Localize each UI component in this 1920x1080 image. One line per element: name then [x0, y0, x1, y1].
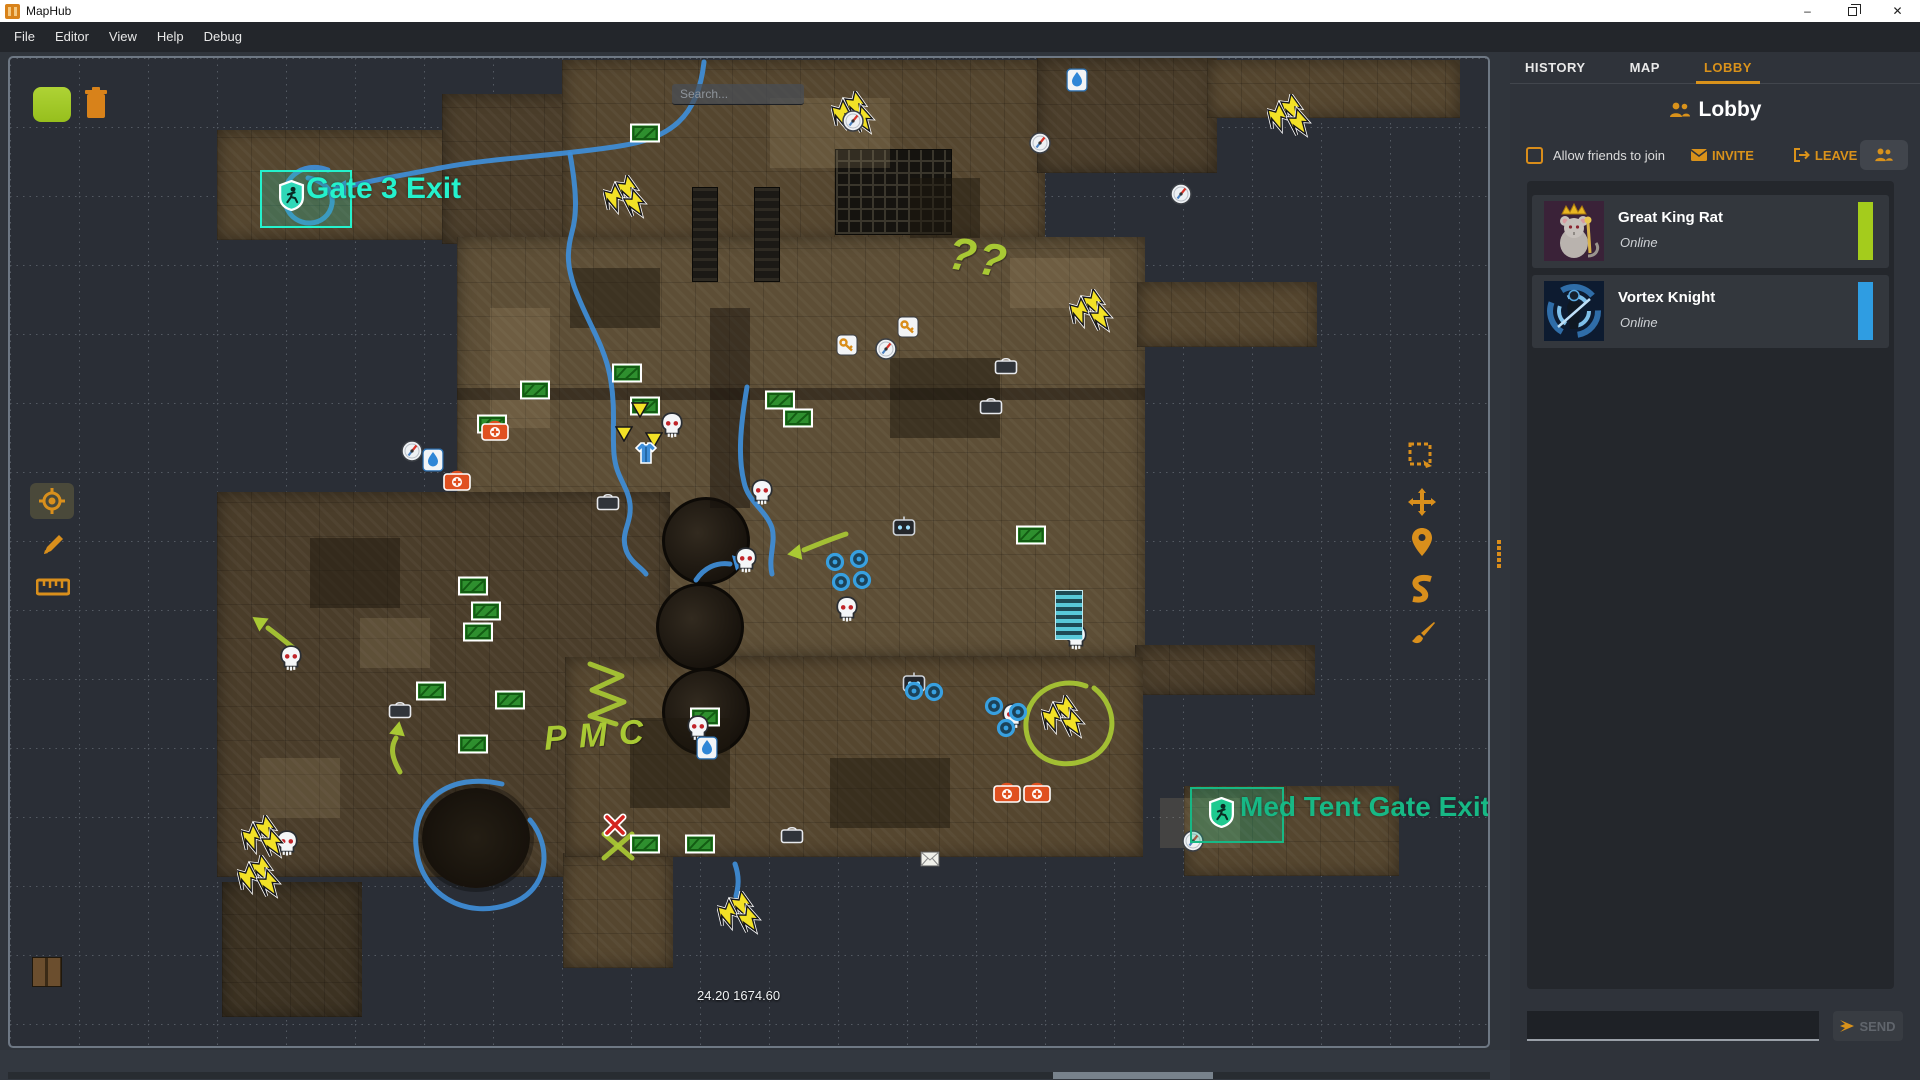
menu-item-file[interactable]: File [4, 22, 45, 52]
close-button[interactable]: ✕ [1875, 0, 1920, 22]
user-color-bar [1858, 282, 1873, 340]
tab-map[interactable]: MAP [1630, 52, 1660, 84]
map-toolbars: 24.20 1674.60 [10, 58, 1488, 1046]
move-tool-button[interactable] [1400, 484, 1444, 520]
user-color-bar [1858, 202, 1873, 260]
pencil-tool-button[interactable] [32, 526, 76, 562]
menu-item-help[interactable]: Help [147, 22, 194, 52]
lobby-user-card[interactable]: Vortex Knight Online [1532, 275, 1889, 348]
side-panel: HISTORY MAP LOBBY Lobby Allow friends to j… [1510, 52, 1920, 1080]
side-panel-tabs: HISTORY MAP LOBBY [1510, 52, 1920, 84]
restore-icon [1848, 7, 1857, 16]
menu-item-editor[interactable]: Editor [45, 22, 99, 52]
lobby-header: Lobby [1510, 96, 1920, 124]
tab-history[interactable]: HISTORY [1525, 52, 1586, 84]
lobby-user-card[interactable]: Great King Rat Online [1532, 195, 1889, 268]
search-input[interactable] [672, 84, 804, 105]
lobby-user-list: Great King Rat Online Vortex Knight Online [1527, 181, 1894, 989]
trash-button[interactable] [83, 86, 109, 120]
menu-item-view[interactable]: View [99, 22, 147, 52]
restore-button[interactable] [1830, 0, 1875, 22]
avatar [1544, 281, 1604, 341]
menu-item-debug[interactable]: Debug [194, 22, 252, 52]
minimize-button[interactable]: – [1785, 0, 1830, 22]
ruler-tool-button[interactable] [31, 569, 75, 605]
chat-input[interactable] [1527, 1011, 1819, 1041]
invite-button[interactable]: INVITE [1691, 148, 1754, 163]
locate-tool-button[interactable] [30, 483, 74, 519]
send-arrow-icon [1840, 1020, 1854, 1032]
user-status: Online [1620, 235, 1658, 250]
horizontal-scrollbar [8, 1072, 1490, 1079]
cursor-coordinates: 24.20 1674.60 [697, 988, 780, 1003]
pin-tool-button[interactable] [1400, 524, 1444, 560]
lobby-members-button[interactable] [1860, 140, 1908, 170]
window-title: MapHub [26, 4, 71, 18]
marquee-tool-button[interactable] [1400, 438, 1444, 474]
people-icon [1669, 102, 1691, 118]
brush-tool-button[interactable] [1400, 616, 1444, 652]
title-bar: MapHub – ✕ [0, 0, 1920, 22]
spline-tool-button[interactable] [1400, 571, 1444, 607]
leave-icon [1794, 148, 1810, 162]
map-viewport[interactable]: Gate 3 ExitMed Tent Gate ExitPMC?? 24.20… [8, 56, 1490, 1048]
user-name: Vortex Knight [1618, 289, 1715, 306]
envelope-icon [1691, 149, 1707, 161]
lobby-title: Lobby [1699, 98, 1762, 122]
allow-friends-checkbox[interactable] [1526, 147, 1543, 164]
user-name: Great King Rat [1618, 209, 1723, 226]
allow-friends-label: Allow friends to join [1553, 148, 1665, 163]
send-button[interactable]: SEND [1833, 1011, 1903, 1041]
leave-button[interactable]: LEAVE [1794, 148, 1857, 163]
add-area-button[interactable] [33, 87, 71, 122]
trash-icon [83, 86, 109, 120]
panel-splitter-handle[interactable] [1494, 540, 1504, 568]
user-status: Online [1620, 315, 1658, 330]
menu-bar: FileEditorViewHelpDebug [0, 22, 1920, 52]
window-controls: – ✕ [1785, 0, 1920, 22]
avatar [1544, 201, 1604, 261]
horizontal-scrollbar-thumb[interactable] [1053, 1072, 1213, 1079]
chat-row: SEND [1527, 1011, 1907, 1041]
lobby-controls: Allow friends to join INVITE LEAVE [1526, 140, 1908, 170]
people-icon [1874, 148, 1894, 162]
tab-lobby[interactable]: LOBBY [1704, 52, 1752, 84]
app-icon [5, 4, 20, 19]
